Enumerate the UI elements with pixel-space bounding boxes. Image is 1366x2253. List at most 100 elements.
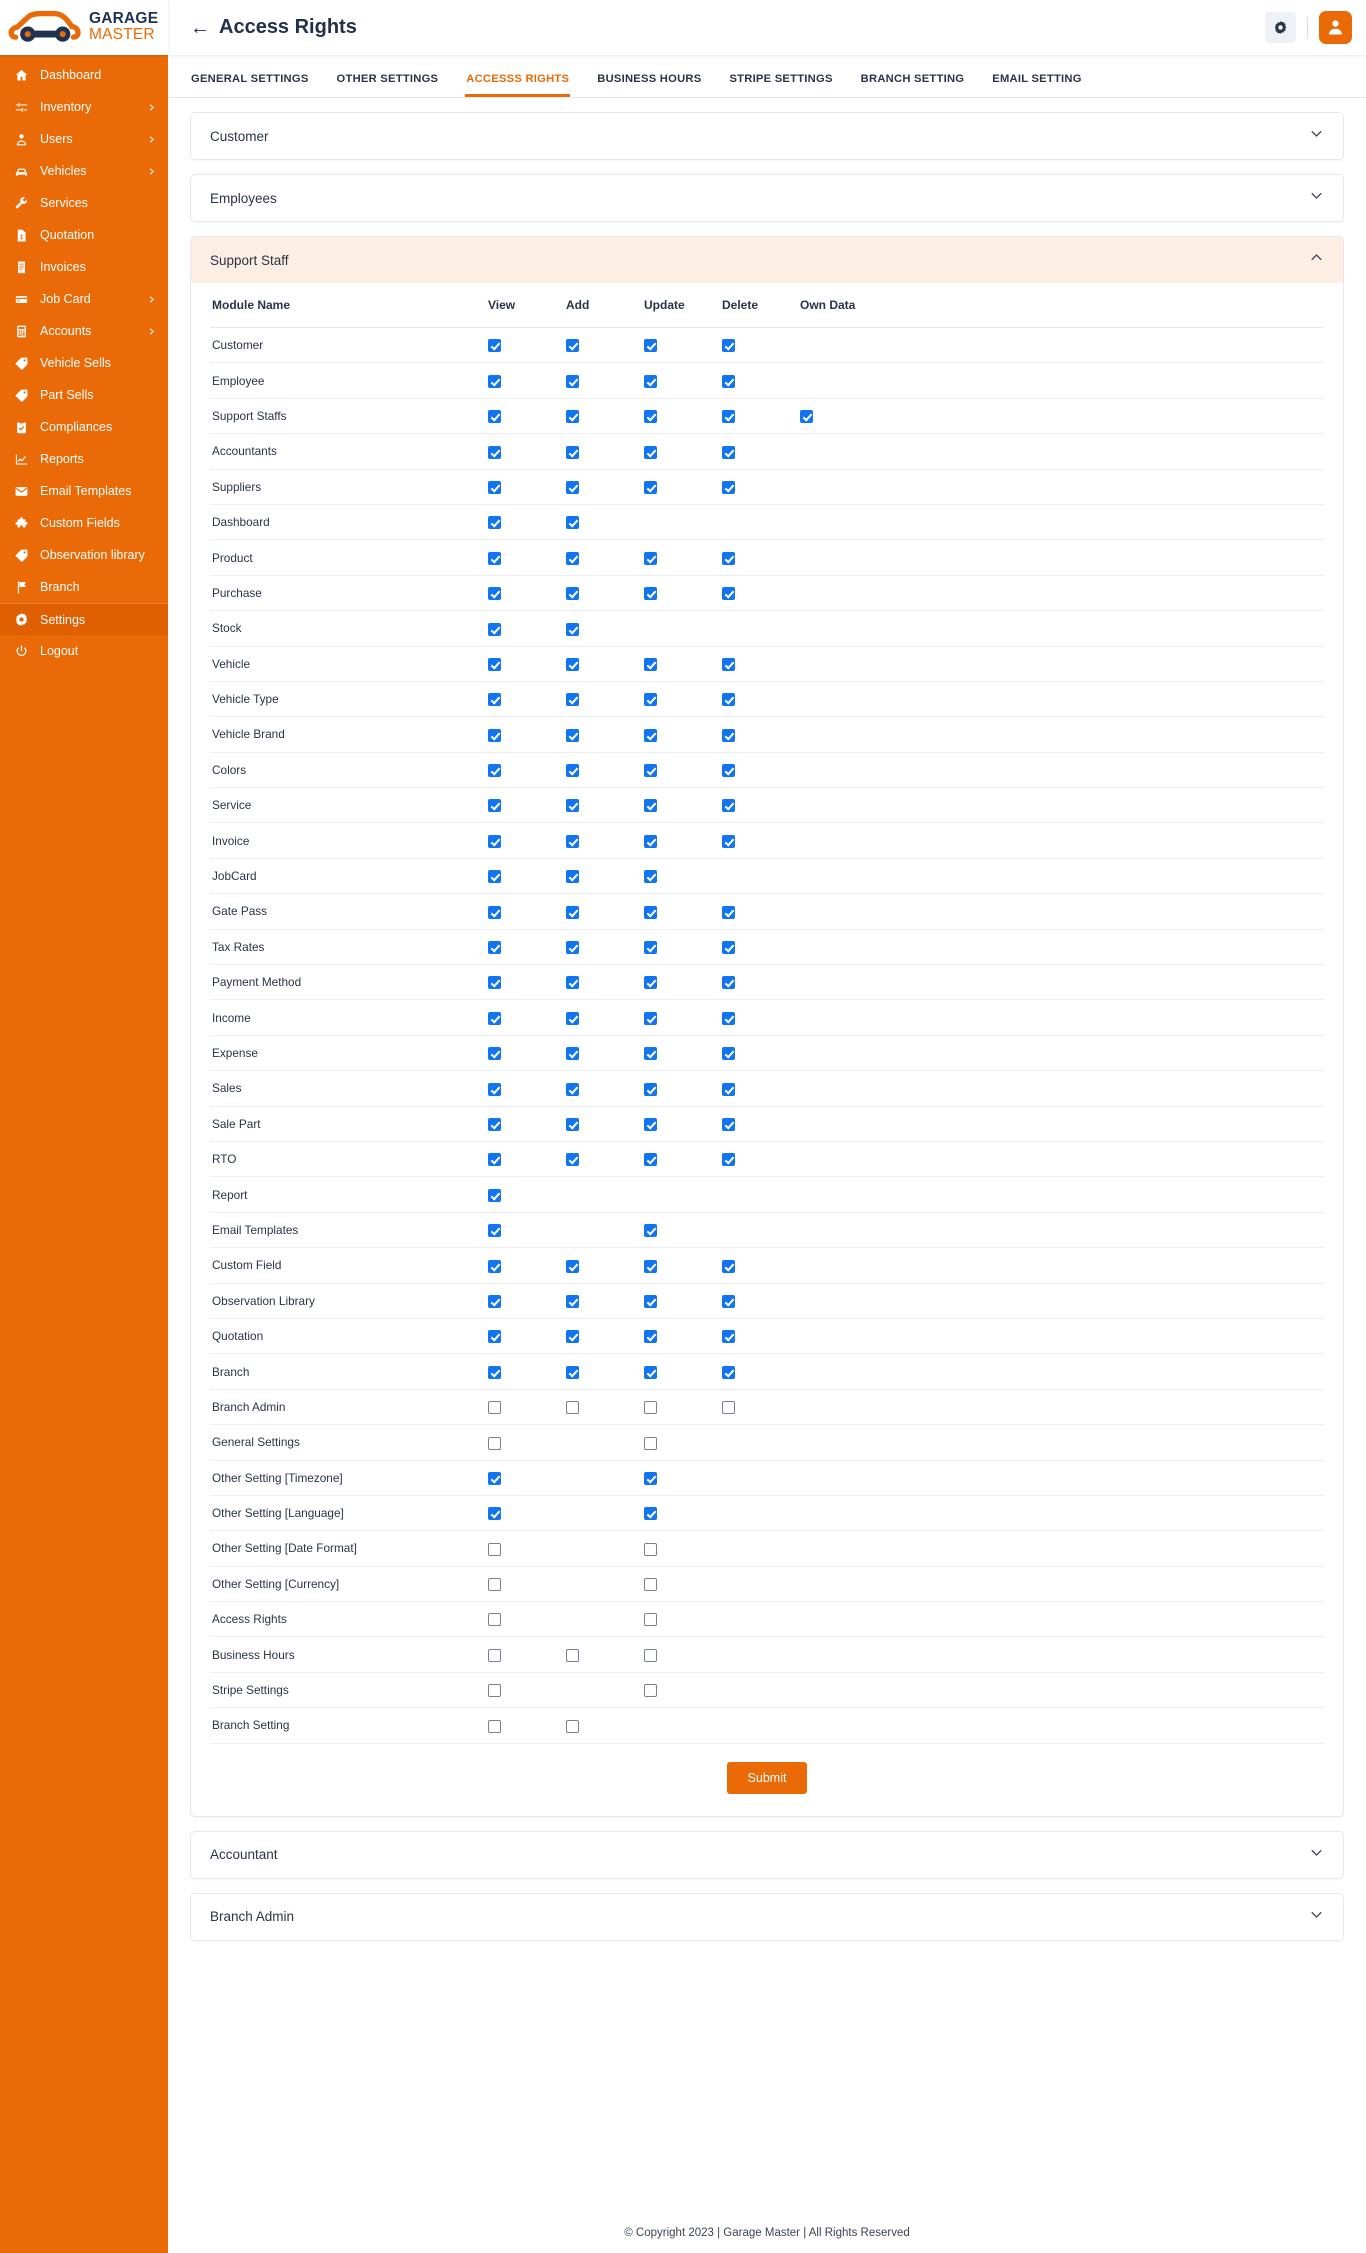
checkbox-update[interactable] (644, 799, 657, 813)
checkbox-add[interactable] (566, 622, 579, 636)
chevron-right-icon[interactable] (147, 135, 156, 144)
checkbox-view[interactable] (488, 1542, 501, 1556)
checkbox-update[interactable] (644, 374, 657, 388)
checkbox-add[interactable] (566, 1648, 579, 1662)
checkbox-delete[interactable] (722, 1047, 735, 1061)
sidebar-item-logout[interactable]: Logout (0, 635, 168, 667)
checkbox-add[interactable] (566, 1047, 579, 1061)
sidebar-item-quotation[interactable]: Quotation (0, 219, 168, 251)
checkbox-update[interactable] (644, 1471, 657, 1485)
sidebar-item-reports[interactable]: Reports (0, 443, 168, 475)
checkbox-delete[interactable] (722, 339, 735, 353)
checkbox-delete[interactable] (722, 834, 735, 848)
checkbox-add[interactable] (566, 1153, 579, 1167)
checkbox-add[interactable] (566, 1330, 579, 1344)
checkbox-delete[interactable] (722, 799, 735, 813)
checkbox-view[interactable] (488, 1507, 501, 1521)
gear-icon[interactable] (1265, 12, 1296, 43)
checkbox-add[interactable] (566, 1719, 579, 1733)
checkbox-view[interactable] (488, 1471, 501, 1485)
checkbox-add[interactable] (566, 657, 579, 671)
checkbox-add[interactable] (566, 410, 579, 424)
checkbox-view[interactable] (488, 1011, 501, 1025)
checkbox-delete[interactable] (722, 1294, 735, 1308)
checkbox-view[interactable] (488, 1648, 501, 1662)
checkbox-view[interactable] (488, 622, 501, 636)
checkbox-delete[interactable] (722, 410, 735, 424)
sidebar-item-inventory[interactable]: Inventory (0, 91, 168, 123)
checkbox-view[interactable] (488, 339, 501, 353)
checkbox-add[interactable] (566, 374, 579, 388)
checkbox-delete[interactable] (722, 976, 735, 990)
checkbox-view[interactable] (488, 1330, 501, 1344)
checkbox-update[interactable] (644, 1153, 657, 1167)
checkbox-delete[interactable] (722, 445, 735, 459)
sidebar-item-invoices[interactable]: Invoices (0, 251, 168, 283)
checkbox-update[interactable] (644, 1542, 657, 1556)
checkbox-view[interactable] (488, 1047, 501, 1061)
checkbox-add[interactable] (566, 1011, 579, 1025)
checkbox-update[interactable] (644, 764, 657, 778)
sidebar-item-observation-library[interactable]: Observation library (0, 539, 168, 571)
checkbox-update[interactable] (644, 941, 657, 955)
checkbox-view[interactable] (488, 445, 501, 459)
checkbox-view[interactable] (488, 728, 501, 742)
checkbox-update[interactable] (644, 834, 657, 848)
checkbox-update[interactable] (644, 1648, 657, 1662)
checkbox-add[interactable] (566, 693, 579, 707)
checkbox-view[interactable] (488, 1224, 501, 1238)
checkbox-view[interactable] (488, 1117, 501, 1131)
sidebar-item-accounts[interactable]: Accounts (0, 315, 168, 347)
checkbox-view[interactable] (488, 1294, 501, 1308)
checkbox-add[interactable] (566, 1082, 579, 1096)
checkbox-view[interactable] (488, 941, 501, 955)
checkbox-delete[interactable] (722, 587, 735, 601)
sidebar-item-users[interactable]: Users (0, 123, 168, 155)
checkbox-update[interactable] (644, 1082, 657, 1096)
tab-other-settings[interactable]: OTHER SETTINGS (336, 69, 440, 97)
checkbox-add[interactable] (566, 799, 579, 813)
checkbox-view[interactable] (488, 374, 501, 388)
sidebar-item-branch[interactable]: Branch (0, 571, 168, 603)
checkbox-update[interactable] (644, 551, 657, 565)
checkbox-update[interactable] (644, 870, 657, 884)
chevron-right-icon[interactable] (147, 167, 156, 176)
checkbox-add[interactable] (566, 445, 579, 459)
chevron-right-icon[interactable] (147, 295, 156, 304)
arrow-left-icon[interactable]: ← (190, 18, 210, 38)
checkbox-view[interactable] (488, 1719, 501, 1733)
sidebar-item-job-card[interactable]: Job Card (0, 283, 168, 315)
tab-accesss-rights[interactable]: ACCESSS RIGHTS (465, 69, 571, 97)
checkbox-view[interactable] (488, 764, 501, 778)
accordion-header-accountant[interactable]: Accountant (191, 1831, 1343, 1878)
checkbox-update[interactable] (644, 1330, 657, 1344)
checkbox-view[interactable] (488, 1259, 501, 1273)
checkbox-update[interactable] (644, 445, 657, 459)
checkbox-view[interactable] (488, 587, 501, 601)
chevron-down-icon[interactable] (1309, 126, 1324, 146)
checkbox-delete[interactable] (722, 941, 735, 955)
sidebar-item-part-sells[interactable]: Part Sells (0, 379, 168, 411)
checkbox-update[interactable] (644, 1224, 657, 1238)
checkbox-view[interactable] (488, 1365, 501, 1379)
chevron-right-icon[interactable] (147, 103, 156, 112)
checkbox-update[interactable] (644, 976, 657, 990)
user-avatar-icon[interactable] (1319, 11, 1352, 44)
checkbox-view[interactable] (488, 1188, 501, 1202)
checkbox-delete[interactable] (722, 1401, 735, 1415)
checkbox-delete[interactable] (722, 693, 735, 707)
checkbox-update[interactable] (644, 339, 657, 353)
checkbox-view[interactable] (488, 551, 501, 565)
checkbox-delete[interactable] (722, 551, 735, 565)
checkbox-update[interactable] (644, 1436, 657, 1450)
checkbox-view[interactable] (488, 657, 501, 671)
checkbox-delete[interactable] (722, 1082, 735, 1096)
accordion-header-employees[interactable]: Employees (191, 175, 1343, 221)
checkbox-add[interactable] (566, 1365, 579, 1379)
sidebar-item-custom-fields[interactable]: Custom Fields (0, 507, 168, 539)
checkbox-view[interactable] (488, 516, 501, 530)
checkbox-add[interactable] (566, 339, 579, 353)
checkbox-update[interactable] (644, 728, 657, 742)
sidebar-item-settings[interactable]: Settings (0, 603, 168, 635)
checkbox-delete[interactable] (722, 1330, 735, 1344)
